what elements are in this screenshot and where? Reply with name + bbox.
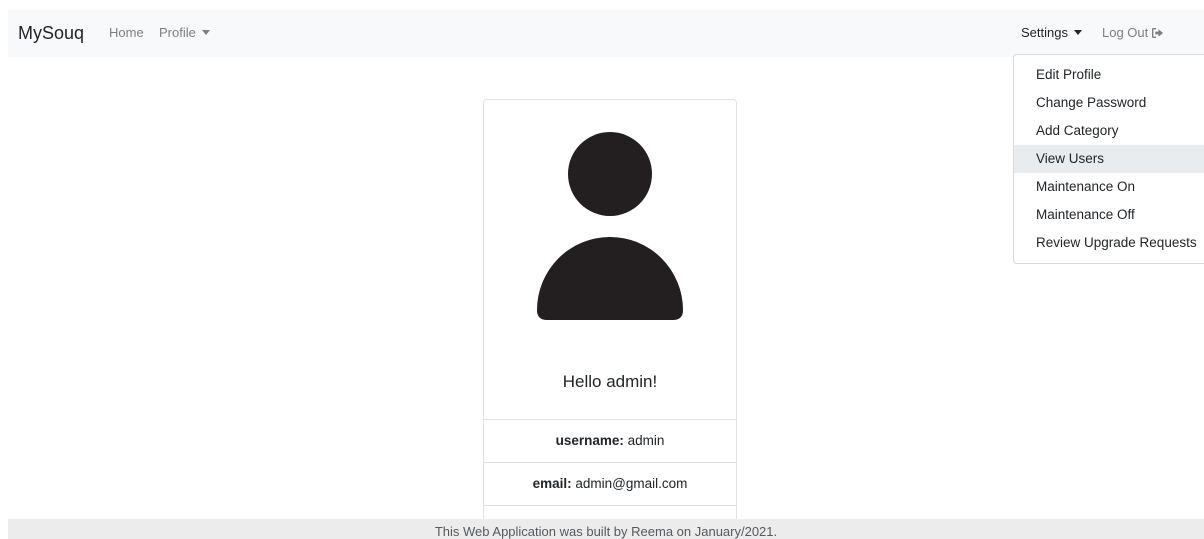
menu-item-review-upgrade-requests[interactable]: Review Upgrade Requests [1014,229,1204,257]
menu-item-change-password[interactable]: Change Password [1014,89,1204,117]
menu-item-view-users[interactable]: View Users [1014,145,1204,173]
menu-item-maintenance-off[interactable]: Maintenance Off [1014,201,1204,229]
menu-item-edit-profile[interactable]: Edit Profile [1014,61,1204,89]
page: MySouq Home Profile Settings Log Out Edi… [0,0,1204,539]
brand-link[interactable]: MySouq [18,23,84,44]
nav-profile-dropdown[interactable]: Profile [159,25,210,40]
greeting-heading: Hello admin! [562,372,658,391]
menu-item-add-category[interactable]: Add Category [1014,117,1204,145]
username-value: admin [627,433,665,448]
settings-dropdown-menu: Edit Profile Change Password Add Categor… [1013,54,1204,264]
caret-down-icon [1073,30,1082,35]
nav-settings-dropdown[interactable]: Settings [1021,25,1082,40]
nav-settings-label: Settings [1021,25,1068,40]
menu-item-maintenance-on[interactable]: Maintenance On [1014,173,1204,201]
email-value: admin@gmail.com [575,476,688,491]
logout-link[interactable]: Log Out [1102,25,1164,42]
nav-profile-label: Profile [159,25,196,40]
nav-home-link[interactable]: Home [109,25,144,40]
top-navbar: MySouq Home Profile Settings Log Out [8,10,1204,57]
email-key: email: [532,476,572,491]
sign-out-icon [1151,27,1164,42]
username-key: username: [555,433,624,448]
caret-down-icon [201,30,210,35]
profile-card: Hello admin! username: admin email: admi… [483,99,737,539]
username-row: username: admin [484,419,736,462]
footer-text: This Web Application was built by Reema … [434,524,778,539]
email-row: email: admin@gmail.com [484,462,736,505]
logout-label: Log Out [1102,25,1149,40]
footer: This Web Application was built by Reema … [8,519,1204,539]
person-silhouette-icon [536,132,684,322]
